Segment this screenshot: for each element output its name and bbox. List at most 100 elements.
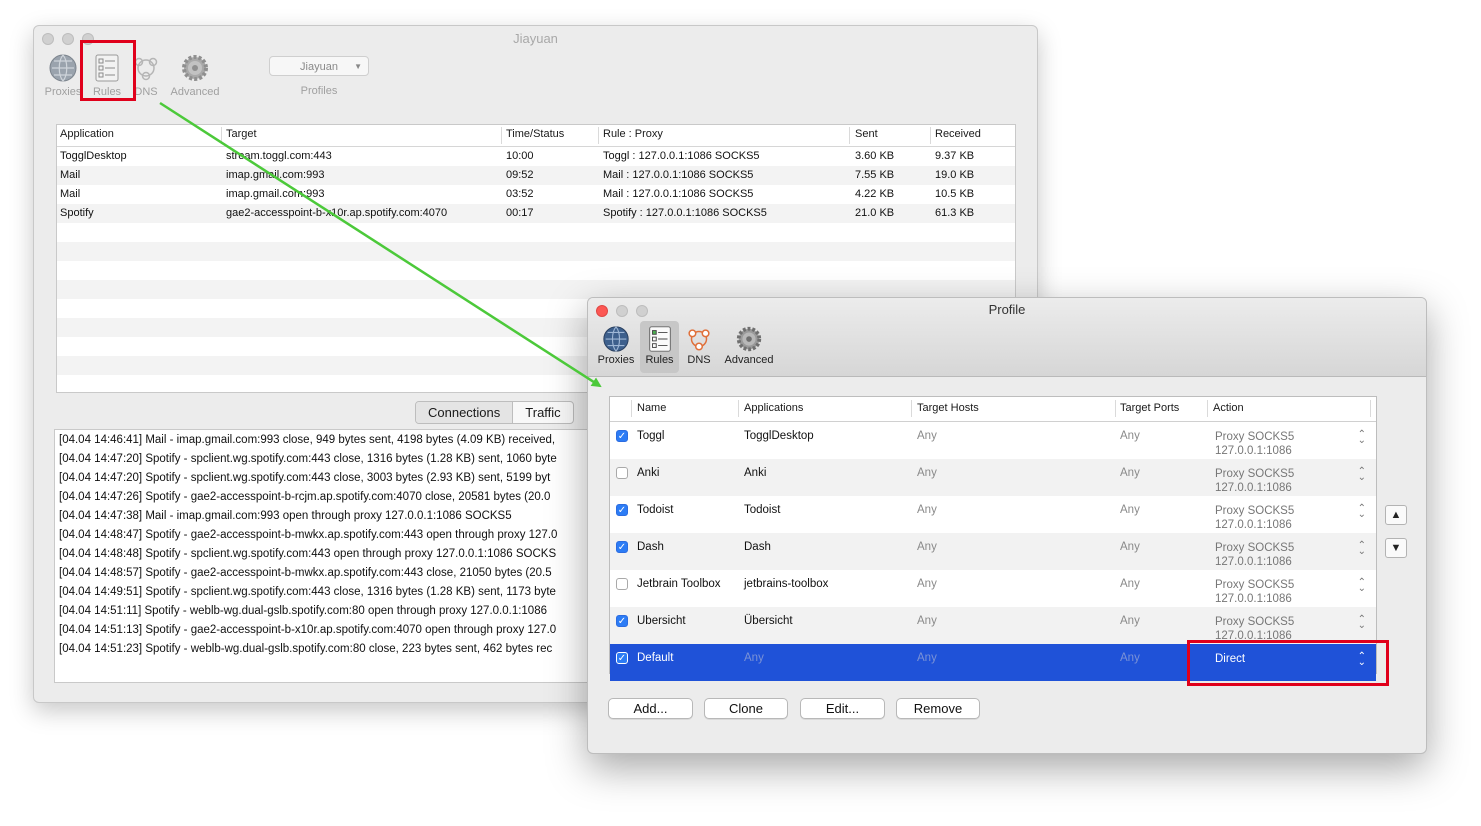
cell-rule-proxy: Mail : 127.0.0.1:1086 SOCKS5 [603, 169, 754, 181]
edit-button[interactable]: Edit... [800, 698, 885, 719]
chevron-down-icon: ▼ [354, 62, 362, 71]
rule-row[interactable]: ✓ Todoist Todoist Any Any Proxy SOCKS5 127.0.0… [610, 496, 1376, 533]
globe-icon [49, 54, 77, 82]
rule-action-type: Proxy SOCKS5 [1215, 468, 1295, 480]
toolbar-dns[interactable]: DNS [681, 321, 717, 373]
rule-applications: TogglDesktop [744, 430, 814, 442]
rules-list-icon [648, 326, 671, 352]
chevron-updown-icon[interactable]: ⌃ ⌄ [1358, 430, 1366, 446]
log-line: [04.04 14:51:23] Spotify - weblb-wg.dual… [59, 643, 553, 655]
cell-time-status: 10:00 [506, 150, 534, 162]
rule-action-select[interactable]: Proxy SOCKS5 127.0.0.1:1086 [1215, 467, 1294, 495]
table-row[interactable]: Spotify gae2-accesspoint-b-x10r.ap.spotif… [57, 204, 1015, 223]
rule-enabled-checkbox[interactable]: ✓ [616, 652, 628, 664]
rule-target-ports: Any [1120, 430, 1140, 442]
col-target-hosts[interactable]: Target Hosts [917, 402, 979, 414]
clone-button[interactable]: Clone [704, 698, 788, 719]
connections-header: Application Target Time/Status Rule : Pr… [57, 125, 1015, 147]
rule-name: Default [637, 652, 674, 664]
cell-application: TogglDesktop [60, 150, 127, 162]
rule-action-proxy: 127.0.0.1:1086 [1215, 593, 1292, 605]
dns-icon [688, 329, 710, 351]
profile-select-value: Jiayuan [300, 61, 338, 73]
view-tabs: Connections Traffic [415, 401, 574, 424]
tab-traffic[interactable]: Traffic [513, 402, 572, 423]
rule-row[interactable]: ✓ Dash Dash Any Any Proxy SOCKS5 127.0.0.1:108… [610, 533, 1376, 570]
rule-row[interactable]: Anki Anki Any Any Proxy SOCKS5 127.0.0.1:1086… [610, 459, 1376, 496]
rule-name: Dash [637, 541, 664, 553]
col-time-status[interactable]: Time/Status [506, 128, 564, 140]
cell-application: Mail [60, 169, 81, 181]
cell-time-status: 09:52 [506, 169, 534, 181]
rule-action-select[interactable]: Proxy SOCKS5 127.0.0.1:1086 [1215, 578, 1294, 606]
profile-select[interactable]: Jiayuan ▼ [269, 56, 369, 76]
chevron-updown-icon[interactable]: ⌃ ⌄ [1358, 578, 1366, 594]
toolbar-proxies[interactable]: Proxies [593, 321, 639, 373]
rule-applications: Any [744, 652, 764, 664]
add-button[interactable]: Add... [608, 698, 693, 719]
remove-button[interactable]: Remove [896, 698, 980, 719]
rule-target-hosts: Any [917, 430, 937, 442]
toolbar-advanced[interactable]: Advanced [170, 52, 220, 100]
rule-action-select[interactable]: Proxy SOCKS5 127.0.0.1:1086 [1215, 541, 1294, 569]
rule-action-select[interactable]: Proxy SOCKS5 127.0.0.1:1086 [1215, 615, 1294, 643]
rule-action-select[interactable]: Proxy SOCKS5 127.0.0.1:1086 [1215, 430, 1294, 458]
toolbar-rules[interactable]: Rules [640, 321, 679, 373]
table-row[interactable]: TogglDesktop stream.toggl.com:443 10:00 Tog… [57, 147, 1015, 166]
rule-target-ports: Any [1120, 578, 1140, 590]
tab-connections[interactable]: Connections [416, 402, 513, 423]
rule-action-type: Proxy SOCKS5 [1215, 616, 1295, 628]
table-row[interactable] [57, 242, 1015, 261]
cell-target: imap.gmail.com:993 [226, 169, 325, 181]
table-row[interactable]: Mail imap.gmail.com:993 09:52 Mail : 127.0.… [57, 166, 1015, 185]
rule-action-proxy: 127.0.0.1:1086 [1215, 445, 1292, 457]
table-row[interactable] [57, 261, 1015, 280]
rule-enabled-checkbox[interactable]: ✓ [616, 615, 628, 627]
rule-target-hosts: Any [917, 504, 937, 516]
table-row[interactable]: Mail imap.gmail.com:993 03:52 Mail : 127.0.… [57, 185, 1015, 204]
col-sent[interactable]: Sent [855, 128, 878, 140]
col-application[interactable]: Application [60, 128, 114, 140]
col-name[interactable]: Name [637, 402, 666, 414]
rule-action-proxy: 127.0.0.1:1086 [1215, 482, 1292, 494]
col-target[interactable]: Target [226, 128, 257, 140]
col-rule-proxy[interactable]: Rule : Proxy [603, 128, 663, 140]
rule-name: Toggl [637, 430, 665, 442]
rule-target-hosts: Any [917, 652, 937, 664]
log-line: [04.04 14:48:57] Spotify - gae2-accesspo… [59, 567, 552, 579]
cell-received: 61.3 KB [935, 207, 975, 219]
rule-enabled-checkbox[interactable]: ✓ [616, 504, 628, 516]
move-up-button[interactable]: ▲ [1385, 505, 1407, 525]
rule-action-type: Proxy SOCKS5 [1215, 431, 1295, 443]
chevron-updown-icon[interactable]: ⌃ ⌄ [1358, 467, 1366, 483]
cell-target: gae2-accesspoint-b-x10r.ap.spotify.com:4… [226, 207, 448, 219]
col-received[interactable]: Received [935, 128, 981, 140]
cell-rule-proxy: Toggl : 127.0.0.1:1086 SOCKS5 [603, 150, 760, 162]
chevron-updown-icon[interactable]: ⌃ ⌄ [1358, 615, 1366, 631]
rule-enabled-checkbox[interactable] [616, 578, 628, 590]
rule-target-hosts: Any [917, 467, 937, 479]
log-line: [04.04 14:48:47] Spotify - gae2-accesspo… [59, 529, 558, 541]
profiles-label: Profiles [300, 85, 338, 97]
rule-applications: Anki [744, 467, 767, 479]
chevron-updown-icon[interactable]: ⌃ ⌄ [1358, 541, 1366, 557]
rule-row[interactable]: ✓ Toggl TogglDesktop Any Any Proxy SOCKS5 127.… [610, 422, 1376, 459]
table-row[interactable] [57, 223, 1015, 242]
rule-action-select[interactable]: Proxy SOCKS5 127.0.0.1:1086 [1215, 504, 1294, 532]
rule-enabled-checkbox[interactable]: ✓ [616, 430, 628, 442]
move-down-button[interactable]: ▼ [1385, 538, 1407, 558]
rule-action-proxy: 127.0.0.1:1086 [1215, 556, 1292, 568]
col-applications[interactable]: Applications [744, 402, 803, 414]
rule-row[interactable]: Jetbrain Toolbox jetbrains-toolbox Any Any P… [610, 570, 1376, 607]
rule-row[interactable]: ✓ Ubersicht Übersicht Any Any Proxy SOCKS5 127… [610, 607, 1376, 644]
rule-applications: Dash [744, 541, 771, 553]
toolbar-advanced[interactable]: Advanced [720, 321, 778, 373]
chevron-updown-icon[interactable]: ⌃ ⌄ [1358, 504, 1366, 520]
col-target-ports[interactable]: Target Ports [1120, 402, 1179, 414]
rule-enabled-checkbox[interactable]: ✓ [616, 541, 628, 553]
rule-enabled-checkbox[interactable] [616, 467, 628, 479]
col-action[interactable]: Action [1213, 402, 1244, 414]
cell-sent: 7.55 KB [855, 169, 895, 181]
cell-received: 9.37 KB [935, 150, 975, 162]
log-line: [04.04 14:47:20] Spotify - spclient.wg.s… [59, 453, 557, 465]
